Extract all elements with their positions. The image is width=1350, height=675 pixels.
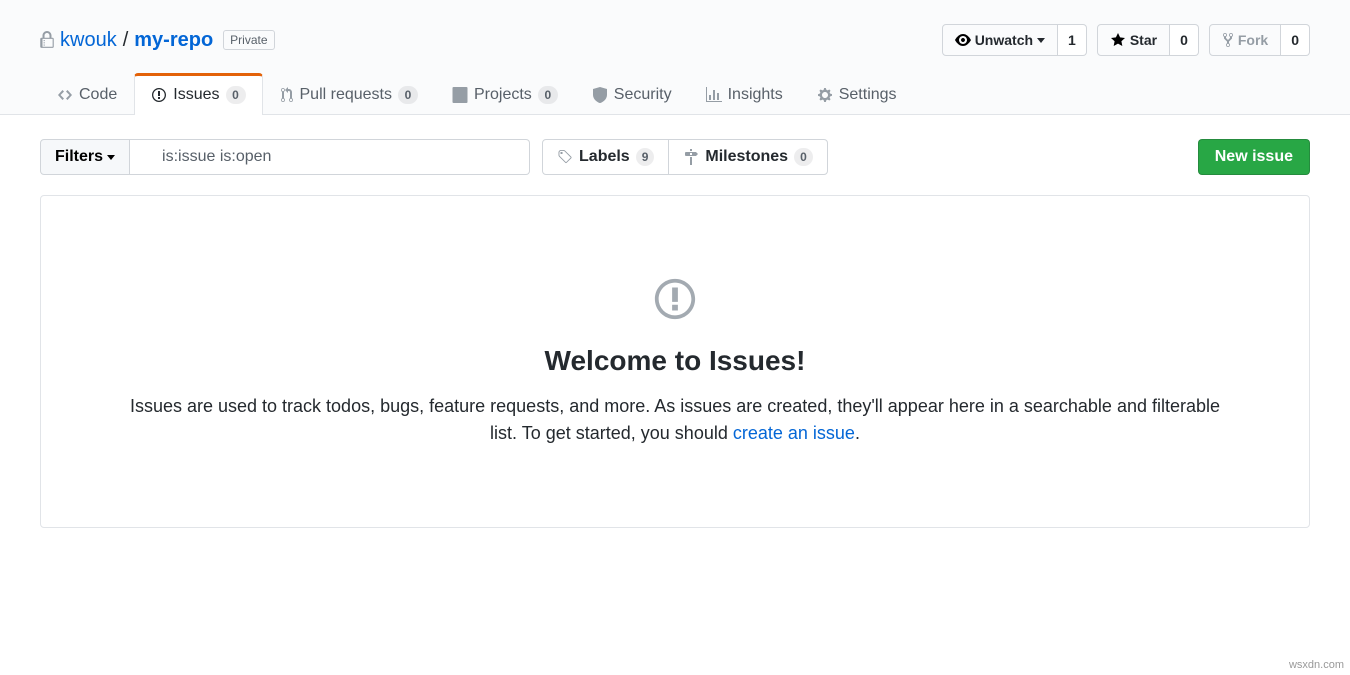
watch-count[interactable]: 1: [1058, 24, 1087, 56]
issues-count: 0: [226, 86, 246, 104]
blankslate-description: Issues are used to track todos, bugs, fe…: [125, 393, 1225, 447]
tab-projects[interactable]: Projects 0: [435, 73, 575, 115]
filters-button[interactable]: Filters: [40, 139, 130, 175]
fork-count[interactable]: 0: [1281, 24, 1310, 56]
project-icon: [452, 87, 468, 103]
repo-owner-link[interactable]: kwouk: [60, 29, 117, 52]
create-issue-link[interactable]: create an issue: [733, 423, 855, 443]
tab-pull-requests[interactable]: Pull requests 0: [263, 73, 436, 115]
caret-down-icon: [107, 155, 115, 160]
repo-name-link[interactable]: my-repo: [134, 29, 213, 52]
issues-blankslate: Welcome to Issues! Issues are used to tr…: [40, 195, 1310, 528]
star-button[interactable]: Star: [1097, 24, 1170, 56]
lock-icon: [40, 31, 54, 49]
tab-security[interactable]: Security: [575, 73, 689, 115]
fork-button[interactable]: Fork: [1209, 24, 1281, 56]
pagehead-actions: Unwatch 1 Star 0 Fork 0: [942, 24, 1310, 56]
labels-count: 9: [636, 148, 655, 166]
tab-insights[interactable]: Insights: [689, 73, 800, 115]
tag-icon: [557, 149, 573, 165]
star-icon: [1110, 32, 1126, 48]
labels-link[interactable]: Labels 9: [543, 140, 669, 174]
gear-icon: [817, 87, 833, 103]
new-issue-button[interactable]: New issue: [1198, 139, 1310, 175]
issue-opened-icon: [652, 276, 698, 322]
eye-icon: [955, 32, 971, 48]
repo-title: kwouk / my-repo Private: [40, 29, 275, 52]
graph-icon: [706, 87, 722, 103]
pull-request-icon: [280, 87, 294, 103]
milestone-icon: [683, 149, 699, 165]
tab-settings[interactable]: Settings: [800, 73, 914, 115]
issue-icon: [151, 87, 167, 103]
watermark: wsxdn.com: [1289, 659, 1344, 671]
tab-issues[interactable]: Issues 0: [134, 73, 262, 115]
fork-icon: [1222, 32, 1234, 48]
caret-down-icon: [1037, 38, 1045, 43]
issues-subnav: Filters Labels 9 Milestones 0 New issue: [40, 139, 1310, 175]
milestones-count: 0: [794, 148, 813, 166]
tab-code[interactable]: Code: [40, 73, 134, 115]
milestones-link[interactable]: Milestones 0: [669, 140, 826, 174]
shield-icon: [592, 87, 608, 103]
repo-nav: Code Issues 0 Pull requests 0 Projects 0…: [0, 72, 1350, 114]
blankslate-title: Welcome to Issues!: [81, 345, 1269, 377]
code-icon: [57, 87, 73, 103]
pulls-count: 0: [398, 86, 418, 104]
star-count[interactable]: 0: [1170, 24, 1199, 56]
repo-visibility-badge: Private: [223, 30, 274, 50]
issues-search-input[interactable]: [130, 139, 530, 175]
unwatch-button[interactable]: Unwatch: [942, 24, 1058, 56]
projects-count: 0: [538, 86, 558, 104]
